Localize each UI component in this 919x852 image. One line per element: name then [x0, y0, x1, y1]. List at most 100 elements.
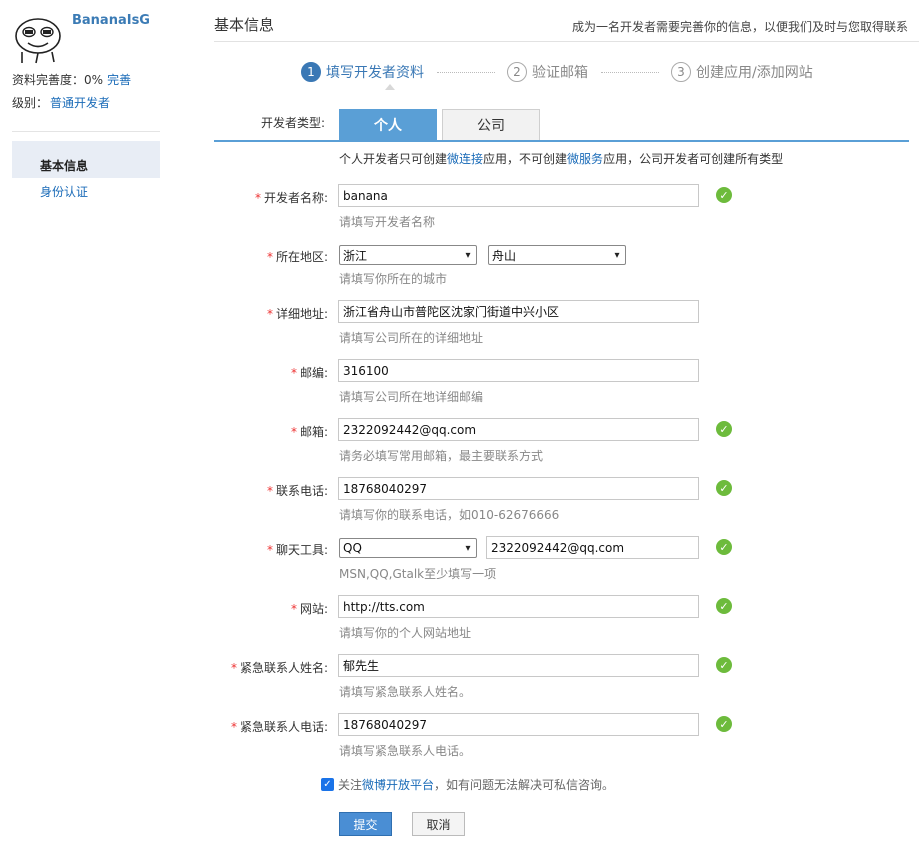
- chat-tool-label: * 聊天工具:: [210, 541, 328, 558]
- chat-account-input[interactable]: [486, 536, 699, 559]
- label-text: 所在地区:: [275, 250, 328, 264]
- profile-level: 级别： 普通开发者: [12, 94, 110, 111]
- follow-weibo-row: ✓ 关注 微博开放平台 ，如有问题无法解决可私信咨询。: [321, 776, 614, 793]
- cancel-button[interactable]: 取消: [412, 812, 465, 836]
- sidebar-divider: [12, 131, 160, 132]
- required-mark: *: [290, 602, 297, 616]
- chevron-down-icon: ▾: [614, 249, 620, 261]
- required-mark: *: [230, 661, 237, 675]
- tab-personal[interactable]: 个人: [339, 109, 437, 140]
- label-text: 邮箱:: [299, 425, 328, 439]
- step-number: 3: [671, 62, 691, 82]
- emergency-name-hint: 请填写紧急联系人姓名。: [339, 685, 472, 699]
- step-label: 创建应用/添加网站: [696, 65, 813, 81]
- postcode-label: * 邮编:: [210, 364, 328, 381]
- header-divider: [214, 41, 919, 42]
- required-mark: *: [266, 543, 273, 557]
- phone-input[interactable]: [338, 477, 699, 500]
- chat-tool-value: QQ: [343, 541, 362, 555]
- profile-completeness: 资料完善度：0% 完善: [12, 71, 131, 88]
- emergency-phone-label: * 紧急联系人电话:: [210, 718, 328, 735]
- step-2: 2 验证邮箱: [507, 61, 588, 83]
- label-text: 详细地址:: [275, 307, 328, 321]
- postcode-hint: 请填写公司所在地详细邮编: [339, 390, 484, 404]
- follow-checkbox[interactable]: ✓: [321, 778, 334, 791]
- step-number: 1: [301, 62, 321, 82]
- required-mark: *: [290, 366, 297, 380]
- step-pointer-icon: [385, 84, 395, 90]
- header-note: 成为一名开发者需要完善你的信息，以便我们及时与您取得联系: [572, 20, 909, 34]
- follow-text: 关注: [338, 778, 363, 792]
- valid-check-icon: ✓: [716, 480, 732, 496]
- developer-name-label: * 开发者名称:: [210, 189, 328, 206]
- required-mark: *: [266, 250, 273, 264]
- province-value: 浙江: [343, 248, 368, 263]
- tab-underline: [214, 140, 909, 142]
- address-input[interactable]: [338, 300, 699, 323]
- region-label: * 所在地区:: [210, 248, 328, 265]
- address-hint: 请填写公司所在的详细地址: [339, 331, 484, 345]
- sidebar-item-identity-verification[interactable]: 身份认证: [40, 183, 88, 200]
- email-input[interactable]: [338, 418, 699, 441]
- city-value: 舟山: [492, 248, 517, 263]
- emergency-name-input[interactable]: [338, 654, 699, 677]
- note-text: 个人开发者只可创建: [339, 152, 448, 166]
- avatar[interactable]: [12, 12, 64, 64]
- emergency-name-label: * 紧急联系人姓名:: [210, 659, 328, 676]
- sidebar-item-basic-info[interactable]: 基本信息: [12, 141, 160, 178]
- email-hint: 请务必填写常用邮箱，最主要联系方式: [339, 449, 544, 463]
- required-mark: *: [290, 425, 297, 439]
- emergency-phone-hint: 请填写紧急联系人电话。: [339, 744, 472, 758]
- developer-type-label: 开发者类型:: [261, 116, 326, 130]
- valid-check-icon: ✓: [716, 187, 732, 203]
- username[interactable]: BananaIsG: [72, 13, 150, 28]
- tab-company[interactable]: 公司: [442, 109, 540, 140]
- required-mark: *: [230, 720, 237, 734]
- level-label: 级别：: [12, 96, 49, 110]
- address-label: * 详细地址:: [210, 305, 328, 322]
- developer-type-note: 个人开发者只可创建微连接应用，不可创建微服务应用，公司开发者可创建所有类型: [339, 150, 783, 167]
- valid-check-icon: ✓: [716, 716, 732, 732]
- step-1: 1 填写开发者资料: [301, 61, 424, 83]
- weibo-open-platform-link[interactable]: 微博开放平台: [362, 776, 434, 793]
- submit-button[interactable]: 提交: [339, 812, 392, 836]
- valid-check-icon: ✓: [716, 598, 732, 614]
- complete-profile-link[interactable]: 完善: [107, 73, 131, 87]
- region-hint: 请填写你所在的城市: [339, 272, 448, 286]
- required-mark: *: [254, 191, 261, 205]
- valid-check-icon: ✓: [716, 421, 732, 437]
- weilianjie-link[interactable]: 微连接: [447, 152, 483, 166]
- required-mark: *: [266, 484, 273, 498]
- label-text: 邮编:: [299, 366, 328, 380]
- chevron-down-icon: ▾: [465, 249, 471, 261]
- completeness-value: 0%: [84, 73, 104, 87]
- phone-hint: 请填写你的联系电话，如010-62676666: [339, 508, 560, 522]
- label-text: 联系电话:: [275, 484, 328, 498]
- note-text: 应用，公司开发者可创建所有类型: [603, 152, 784, 166]
- website-input[interactable]: [338, 595, 699, 618]
- chat-tool-select[interactable]: QQ ▾: [339, 538, 477, 558]
- valid-check-icon: ✓: [716, 657, 732, 673]
- city-select[interactable]: 舟山 ▾: [488, 245, 626, 265]
- level-value[interactable]: 普通开发者: [50, 96, 110, 110]
- label-text: 网站:: [299, 602, 328, 616]
- website-label: * 网站:: [210, 600, 328, 617]
- completeness-label: 资料完善度：: [12, 73, 85, 87]
- valid-check-icon: ✓: [716, 539, 732, 555]
- province-select[interactable]: 浙江 ▾: [339, 245, 477, 265]
- weifuwu-link[interactable]: 微服务: [567, 152, 603, 166]
- website-hint: 请填写你的个人网站地址: [339, 626, 472, 640]
- sidebar: BananaIsG 资料完善度：0% 完善 级别： 普通开发者 基本信息 身份认证: [0, 0, 170, 852]
- emergency-phone-input[interactable]: [338, 713, 699, 736]
- postcode-input[interactable]: [338, 359, 699, 382]
- label-text: 开发者名称:: [263, 191, 328, 205]
- chat-tool-hint: MSN,QQ,Gtalk至少填写一项: [339, 567, 497, 581]
- chevron-down-icon: ▾: [465, 542, 471, 554]
- step-connector: [601, 72, 659, 73]
- developer-name-input[interactable]: [338, 184, 699, 207]
- note-text: 应用，不可创建: [483, 152, 568, 166]
- step-label: 填写开发者资料: [326, 65, 424, 81]
- email-label: * 邮箱:: [210, 423, 328, 440]
- label-text: 聊天工具:: [275, 543, 328, 557]
- label-text: 紧急联系人姓名:: [239, 661, 328, 675]
